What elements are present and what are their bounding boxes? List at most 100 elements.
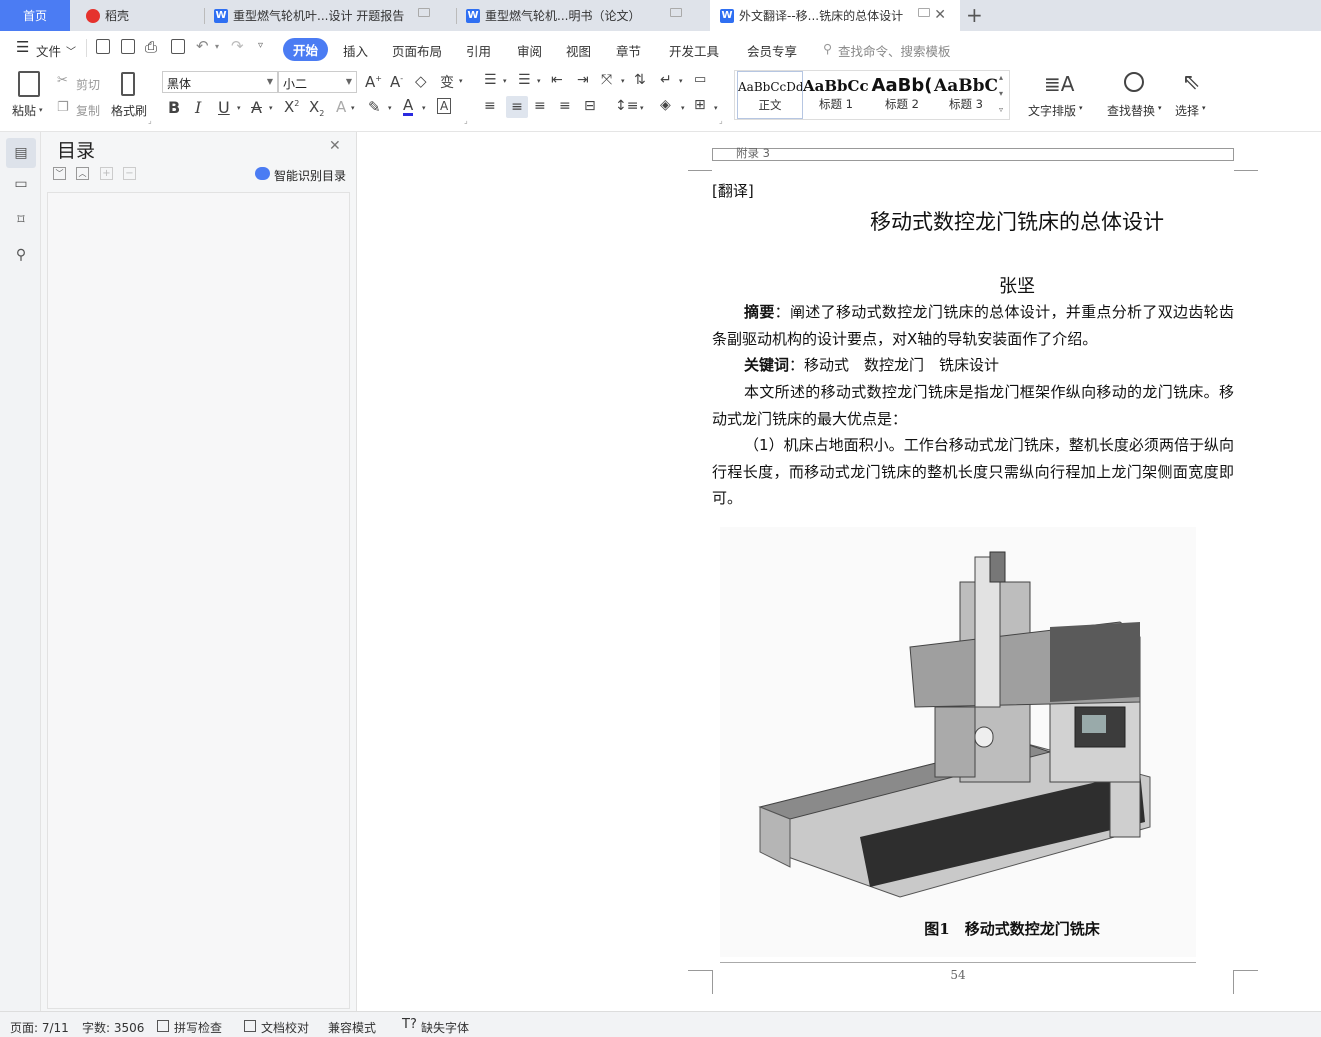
menu-insert[interactable]: 插入 xyxy=(343,41,368,60)
menu-developer[interactable]: 开发工具 xyxy=(669,41,719,60)
promote-icon[interactable]: + xyxy=(100,167,113,180)
document-author: 张坚 xyxy=(999,276,1035,297)
strikethrough-icon[interactable]: A xyxy=(251,98,262,117)
menu-page-layout[interactable]: 页面布局 xyxy=(392,41,442,60)
tab-doc-proposal[interactable]: W 重型燃气轮机叶...设计 开题报告 xyxy=(204,0,456,31)
tab-doc-translation[interactable]: W 外文翻译--移...铣床的总体设计 ✕ xyxy=(710,0,960,31)
text-layout-button[interactable]: 文字排版 xyxy=(1028,102,1076,119)
tab-bar: 首页 稻壳 W 重型燃气轮机叶...设计 开题报告 W 重型燃气轮机...明书（论文… xyxy=(0,0,1321,31)
chapter-nav-icon[interactable]: ▭ xyxy=(11,176,31,196)
menu-member[interactable]: 会员专享 xyxy=(747,41,797,60)
grow-font-icon[interactable]: A+ xyxy=(365,73,382,91)
align-right-icon[interactable]: ≡ xyxy=(534,98,546,114)
close-tab-icon[interactable]: ✕ xyxy=(934,7,946,23)
demote-icon[interactable]: − xyxy=(123,167,136,180)
menu-view[interactable]: 视图 xyxy=(566,41,591,60)
cut-button[interactable]: 剪切 xyxy=(76,76,100,93)
print-icon[interactable]: ⎙ xyxy=(145,38,157,56)
select-button[interactable]: 选择 xyxy=(1175,102,1199,119)
justify-icon[interactable]: ≡ xyxy=(559,98,571,114)
char-border-icon[interactable]: A xyxy=(437,98,452,114)
font-name-select[interactable]: 黑体 ▼ xyxy=(162,71,278,93)
underline-icon[interactable]: U xyxy=(218,98,230,117)
subscript-icon[interactable]: X2 xyxy=(309,98,324,118)
menu-start[interactable]: 开始 xyxy=(283,38,329,61)
font-size-select[interactable]: 小二 ▼ xyxy=(278,71,357,93)
smart-toc-button[interactable]: 智能识别目录 xyxy=(274,167,346,184)
paste-icon[interactable] xyxy=(18,71,40,97)
highlight-icon[interactable]: ✎ xyxy=(368,98,381,116)
customize-icon[interactable]: ▿ xyxy=(258,40,263,51)
gallery-expand-icon[interactable]: ▿ xyxy=(999,105,1003,114)
scissors-icon: ✂ xyxy=(57,73,68,88)
doc-proof-button[interactable]: 文档校对 xyxy=(261,1019,309,1036)
undo-icon[interactable]: ↶ xyxy=(196,37,209,55)
corner-mark xyxy=(1234,970,1258,971)
style-heading-1[interactable]: AaBbCcI 标题 1 xyxy=(803,71,869,119)
sort-icon[interactable]: ⇅ xyxy=(634,72,646,88)
page-indicator[interactable]: 页面: 7/11 xyxy=(10,1019,69,1036)
toc-panel-icon[interactable]: ▤ xyxy=(6,138,36,168)
hamburger-icon[interactable]: ☰ xyxy=(16,38,29,56)
text-layout-icon: ≣A xyxy=(1044,72,1075,96)
bullet-list-icon[interactable]: ☰ xyxy=(484,72,497,88)
print-preview-icon[interactable] xyxy=(171,39,185,54)
export-pdf-icon[interactable] xyxy=(121,39,135,54)
toc-title: 目录 xyxy=(57,140,96,162)
word-count[interactable]: 字数: 3506 xyxy=(82,1019,144,1036)
style-heading-2[interactable]: AaBb( 标题 2 xyxy=(869,71,935,119)
italic-icon[interactable]: I xyxy=(195,98,201,117)
chinese-layout-icon[interactable]: ⤧ xyxy=(601,72,612,88)
spell-check-button[interactable]: 拼写检查 xyxy=(174,1019,222,1036)
align-center-icon[interactable]: ≡ xyxy=(506,96,528,118)
ruler-icon[interactable]: ▭ xyxy=(694,72,706,87)
show-marks-icon[interactable]: ↵ xyxy=(660,72,672,88)
tab-home[interactable]: 首页 xyxy=(0,0,70,31)
menu-file[interactable]: 文件 xyxy=(36,41,61,60)
font-color-icon[interactable]: A xyxy=(403,97,414,116)
menu-review[interactable]: 审阅 xyxy=(517,41,542,60)
dialog-launcher-icon[interactable]: ⌟ xyxy=(464,116,468,125)
header-rule xyxy=(712,160,1234,161)
copy-button[interactable]: 复制 xyxy=(76,102,100,119)
phonetic-guide-icon[interactable]: 变 xyxy=(440,72,454,92)
search-command-input[interactable]: 查找命令、搜索模板 xyxy=(838,41,951,60)
clear-format-icon[interactable]: ◇ xyxy=(415,72,427,90)
find-replace-button[interactable]: 查找替换 xyxy=(1107,102,1155,119)
bookmark-icon[interactable]: ⌑ xyxy=(11,212,31,232)
body-paragraph: 本文所述的移动式数控龙门铣床是指龙门框架作纵向移动的龙门铣床。移动式龙门铣床的最… xyxy=(712,383,1234,428)
expand-all-icon[interactable]: ﹀ xyxy=(53,167,66,180)
scroll-up-icon[interactable]: ▴ xyxy=(999,73,1003,82)
tab-daoke[interactable]: 稻壳 xyxy=(76,0,204,31)
shrink-font-icon[interactable]: A- xyxy=(390,73,403,91)
dialog-launcher-icon[interactable]: ⌟ xyxy=(148,116,152,125)
paste-button[interactable]: 粘贴 xyxy=(12,102,36,119)
redo-icon[interactable]: ↷ xyxy=(231,37,244,55)
missing-font-button[interactable]: 缺失字体 xyxy=(421,1019,469,1036)
search-icon[interactable]: ⚲ xyxy=(11,247,31,267)
superscript-icon[interactable]: X2 xyxy=(284,98,299,116)
menu-chapter[interactable]: 章节 xyxy=(616,41,641,60)
dialog-launcher-icon[interactable]: ⌟ xyxy=(719,116,723,125)
scroll-down-icon[interactable]: ▾ xyxy=(999,89,1003,98)
menu-reference[interactable]: 引用 xyxy=(466,41,491,60)
increase-indent-icon[interactable]: ⇥ xyxy=(577,72,589,88)
decrease-indent-icon[interactable]: ⇤ xyxy=(551,72,563,88)
shading-icon[interactable]: ◈ xyxy=(660,97,671,113)
line-spacing-icon[interactable]: ↕≡ xyxy=(615,98,638,114)
text-effect-icon[interactable]: A xyxy=(336,98,346,116)
style-normal[interactable]: AaBbCcDd 正文 xyxy=(737,71,803,119)
format-painter-button[interactable]: 格式刷 xyxy=(111,102,147,119)
style-heading-3[interactable]: AaBbC 标题 3 xyxy=(933,71,999,119)
new-tab-icon[interactable]: + xyxy=(966,3,983,27)
borders-icon[interactable]: ⊞ xyxy=(694,97,706,113)
font-name-value: 黑体 xyxy=(167,77,192,91)
save-icon[interactable] xyxy=(96,39,110,54)
numbered-list-icon[interactable]: ☰ xyxy=(518,72,531,88)
close-icon[interactable]: ✕ xyxy=(329,138,341,154)
bold-icon[interactable]: B xyxy=(168,98,180,117)
tab-doc-thesis[interactable]: W 重型燃气轮机...明书（论文） xyxy=(456,0,708,31)
distribute-icon[interactable]: ⊟ xyxy=(584,98,596,114)
align-left-icon[interactable]: ≡ xyxy=(484,98,496,114)
collapse-all-icon[interactable]: ︿ xyxy=(76,167,89,180)
